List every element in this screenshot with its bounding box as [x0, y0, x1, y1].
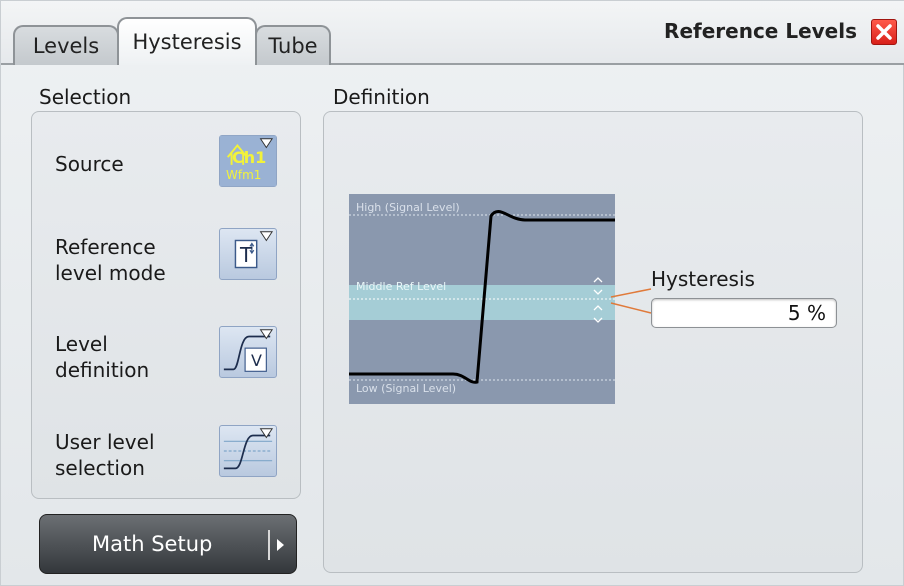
user-level-selection-button[interactable] — [219, 425, 277, 477]
reference-level-mode-button[interactable]: T — [219, 228, 277, 280]
definition-heading: Definition — [333, 85, 430, 109]
tab-levels[interactable]: Levels — [13, 25, 119, 65]
level-definition-label-line1: Level — [55, 332, 108, 356]
user-level-selection-label-line1: User level — [55, 430, 155, 454]
reference-level-mode-label-line1: Reference — [55, 235, 156, 259]
math-setup-separator — [268, 530, 270, 560]
tab-tube[interactable]: Tube — [255, 25, 331, 65]
reference-level-mode-label-line2: level mode — [55, 261, 166, 285]
tab-strip: Levels Tube Hysteresis Reference Levels — [1, 1, 904, 65]
selection-heading: Selection — [39, 85, 132, 109]
math-setup-button[interactable]: Math Setup — [39, 514, 297, 574]
hysteresis-pointer — [610, 288, 652, 314]
source-button[interactable]: Ch1 Wfm1 — [219, 135, 277, 187]
reference-levels-dialog: Levels Tube Hysteresis Reference Levels … — [0, 0, 904, 586]
reference-level-mode-label: Reference level mode — [55, 234, 166, 286]
source-label-text: Source — [55, 152, 124, 176]
tab-levels-label: Levels — [32, 34, 100, 58]
math-setup-label: Math Setup — [92, 532, 213, 556]
tab-hysteresis[interactable]: Hysteresis — [117, 17, 257, 65]
middle-level-label: Middle Ref Level — [356, 280, 447, 293]
source-icon-bottom-text: Wfm1 — [226, 168, 262, 182]
user-level-selection-label: User level selection — [55, 429, 155, 481]
level-definition-icon-text: V — [251, 351, 262, 370]
user-level-selection-icon — [223, 428, 274, 470]
level-mode-icon-text: T — [240, 243, 253, 267]
close-button[interactable] — [871, 19, 897, 45]
submenu-arrow-icon — [277, 539, 284, 551]
hysteresis-label: Hysteresis — [651, 267, 755, 291]
level-definition-icon — [223, 329, 274, 372]
reference-level-diagram: High (Signal Level) Middle Ref Level Low… — [349, 194, 615, 404]
source-label: Source — [55, 151, 124, 177]
dialog-title: Reference Levels — [664, 19, 857, 43]
close-icon — [876, 24, 892, 40]
tab-tube-label: Tube — [268, 34, 318, 58]
tab-hysteresis-label: Hysteresis — [132, 30, 242, 54]
low-level-label: Low (Signal Level) — [356, 382, 457, 395]
high-level-label: High (Signal Level) — [356, 201, 460, 214]
source-icon-top-text: Ch1 — [232, 148, 267, 167]
hysteresis-input[interactable]: 5 % — [651, 298, 837, 328]
level-definition-label: Level definition — [55, 331, 149, 383]
level-definition-button[interactable]: V — [219, 326, 277, 378]
signal-waveform — [349, 210, 615, 384]
user-level-selection-label-line2: selection — [55, 456, 145, 480]
level-definition-label-line2: definition — [55, 358, 150, 382]
